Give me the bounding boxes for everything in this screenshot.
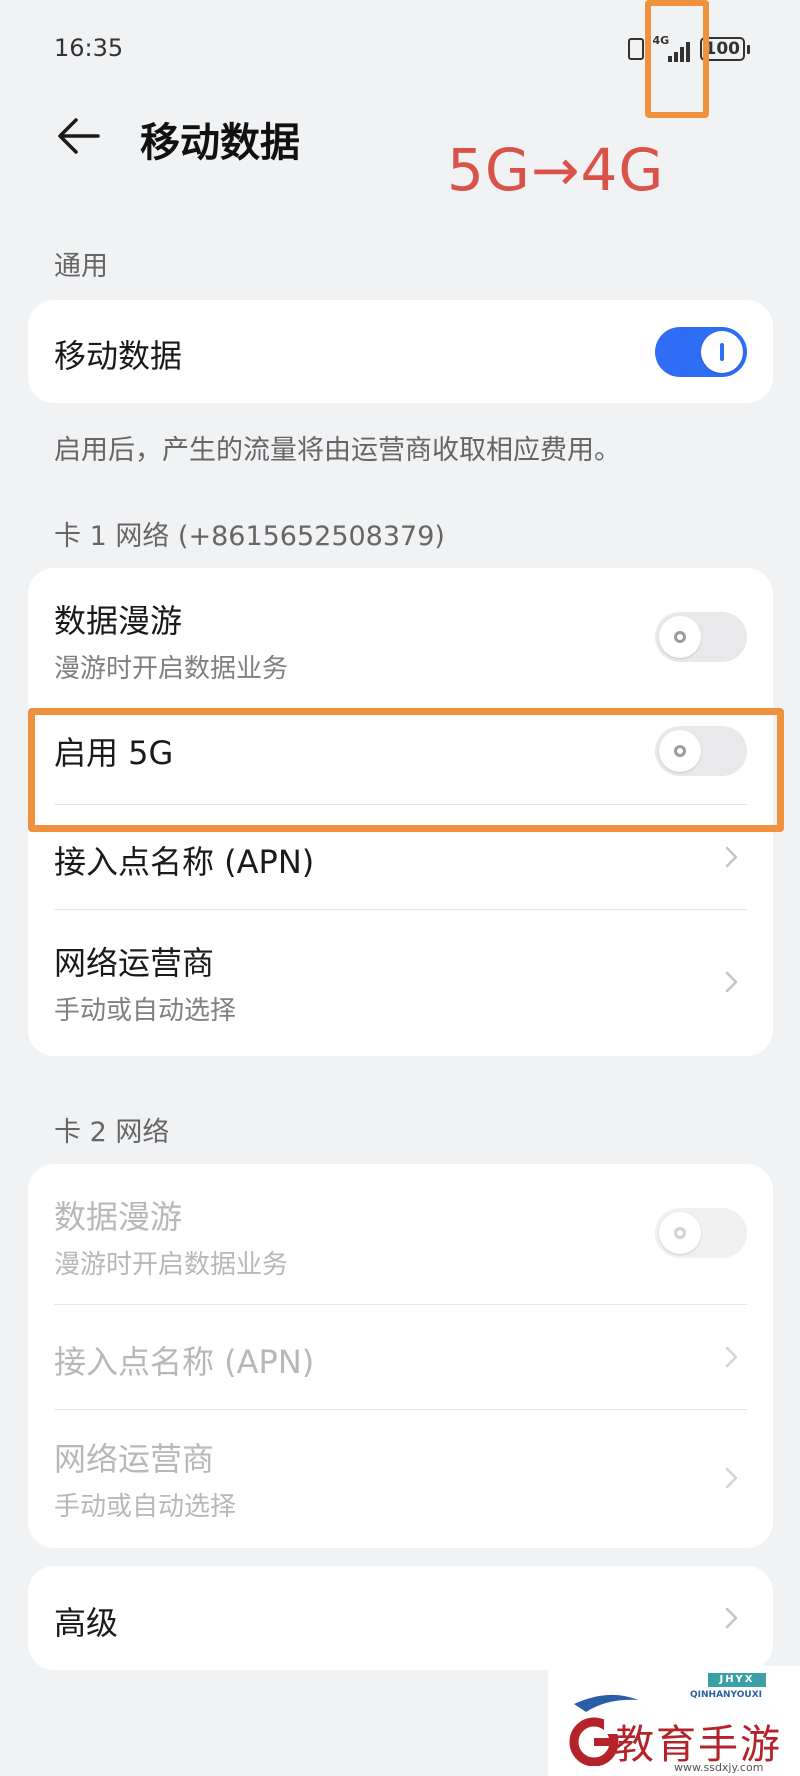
- advanced-row[interactable]: 高级: [28, 1566, 773, 1670]
- card1-roaming-subtitle: 漫游时开启数据业务: [54, 654, 289, 684]
- chevron-right-icon: [719, 1345, 743, 1369]
- card1-carrier-row[interactable]: 网络运营商 手动或自动选择: [28, 910, 773, 1056]
- chevron-right-icon: [719, 1466, 743, 1490]
- card2-carrier-row: 网络运营商 手动或自动选择: [28, 1410, 773, 1548]
- card1-carrier-subtitle: 手动或自动选择: [54, 996, 237, 1026]
- card1-roaming-row[interactable]: 数据漫游 漫游时开启数据业务: [28, 568, 773, 698]
- watermark: JHYX QINHANYOUXI 教育手游网 www.ssdxjy.com: [548, 1666, 800, 1776]
- card2-apn-row: 接入点名称 (APN): [28, 1305, 773, 1409]
- card1-roaming-toggle[interactable]: [655, 612, 747, 662]
- card2-settings-card: 数据漫游 漫游时开启数据业务 接入点名称 (APN) 网络运营商 手动或自动选择: [28, 1164, 773, 1548]
- mobile-data-toggle[interactable]: [655, 327, 747, 377]
- card2-apn-title: 接入点名称 (APN): [54, 1343, 315, 1381]
- card2-roaming-toggle: [655, 1208, 747, 1258]
- section-label-card1: 卡 1 网络 (+8615652508379): [54, 521, 445, 552]
- page-title: 移动数据: [140, 120, 300, 166]
- annotation-text: 5G→4G: [447, 136, 665, 204]
- section-label-general: 通用: [54, 251, 108, 282]
- card2-roaming-subtitle: 漫游时开启数据业务: [54, 1250, 289, 1280]
- card2-roaming-row: 数据漫游 漫游时开启数据业务: [28, 1164, 773, 1304]
- watermark-tag: JHYX: [708, 1673, 766, 1687]
- watermark-url: www.ssdxjy.com: [674, 1761, 764, 1774]
- card2-carrier-subtitle: 手动或自动选择: [54, 1492, 237, 1522]
- mobile-data-row[interactable]: 移动数据: [28, 300, 773, 403]
- status-time: 16:35: [54, 34, 124, 62]
- mobile-data-description: 启用后，产生的流量将由运营商收取相应费用。: [54, 435, 621, 466]
- chevron-right-icon: [719, 845, 743, 869]
- card2-roaming-title: 数据漫游: [54, 1198, 183, 1236]
- chevron-right-icon: [719, 970, 743, 994]
- chevron-right-icon: [719, 1606, 743, 1630]
- mobile-data-title: 移动数据: [54, 337, 183, 375]
- general-card: 移动数据: [28, 300, 773, 403]
- card1-roaming-title: 数据漫游: [54, 602, 183, 640]
- card1-apn-title: 接入点名称 (APN): [54, 843, 315, 881]
- arrow-left-icon: [58, 118, 100, 154]
- watermark-subtitle: QINHANYOUXI: [690, 1690, 763, 1700]
- enable-5g-highlight-box: [28, 708, 784, 832]
- card1-carrier-title: 网络运营商: [54, 944, 215, 982]
- mobile-data-settings-page: 16:35 4G 100 移动数据 5G→4G 通用 移动数据 启用后，产生的流…: [0, 0, 800, 1776]
- advanced-title: 高级: [54, 1604, 119, 1642]
- card2-carrier-title: 网络运营商: [54, 1440, 215, 1478]
- network-highlight-box: [645, 0, 709, 118]
- vibrate-icon: [627, 38, 644, 60]
- advanced-card: 高级: [28, 1566, 773, 1670]
- section-label-card2: 卡 2 网络: [54, 1117, 170, 1148]
- back-button[interactable]: [48, 106, 108, 166]
